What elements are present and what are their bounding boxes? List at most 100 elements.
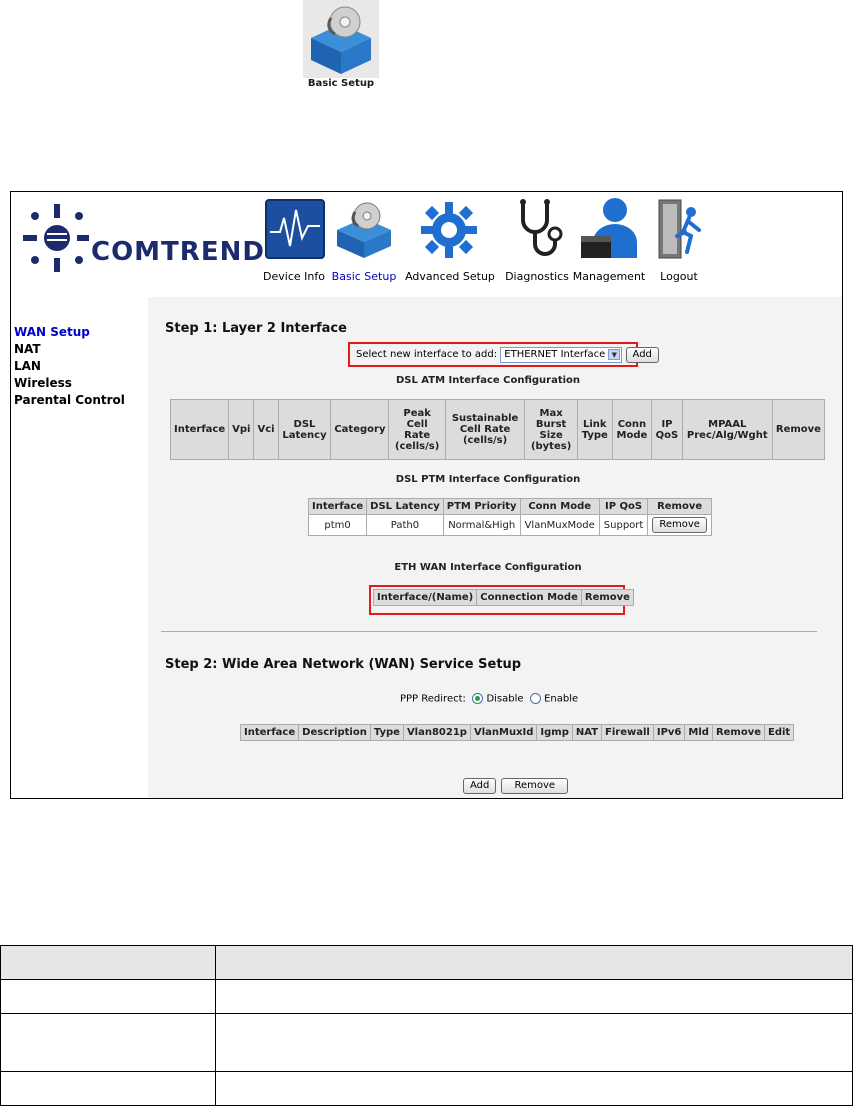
basic-setup-icon: [337, 202, 391, 258]
step1-title: Step 1: Layer 2 Interface: [165, 321, 347, 336]
table-cell: [215, 1071, 853, 1106]
table-cell: [0, 945, 216, 980]
section-divider: [161, 631, 817, 632]
chevron-down-icon[interactable]: ▼: [608, 349, 621, 360]
dsl-ptm-caption: DSL PTM Interface Configuration: [395, 474, 581, 485]
exit-door-icon: [658, 199, 701, 259]
main-content: Step 1: Layer 2 Interface Select new int…: [148, 297, 842, 798]
ppp-enable-radio[interactable]: [529, 693, 541, 704]
ptm-conn-mode-cell: VlanMuxMode: [519, 514, 600, 536]
atm-col-header: Peak Cell Rate (cells/s): [388, 399, 446, 460]
ptm-col-header: DSL Latency: [366, 498, 444, 515]
ptm-col-header: IP QoS: [598, 498, 649, 515]
comtrend-logo-icon: [23, 204, 89, 272]
wan-service-buttons: Add Remove: [463, 773, 569, 794]
dsl-atm-caption: DSL ATM Interface Configuration: [395, 375, 581, 386]
dsl-atm-table: Interface Vpi Vci DSL Latency Category Peak C…: [169, 399, 826, 460]
sidebar-item-wan-setup[interactable]: WAN Setup: [14, 325, 90, 339]
remove-ptm-button[interactable]: Remove: [652, 517, 707, 533]
eth-wan-table: Interface/(Name) Connection Mode Remove: [372, 589, 634, 606]
header-banner: COMTREND Device Info Basic Setup Advance…: [11, 192, 842, 297]
wan-service-table: Interface Description Type Vlan8021p VlanMux…: [239, 724, 795, 741]
description-table: [0, 945, 853, 1106]
doc-icon-label: Basic Setup: [307, 78, 375, 89]
wan-col-header: Description: [298, 724, 371, 741]
wan-col-header: NAT: [571, 724, 603, 741]
logo-text: COMTREND: [91, 237, 265, 267]
wan-col-header: Edit: [764, 724, 795, 741]
sidebar-item-lan[interactable]: LAN: [14, 359, 41, 373]
wan-col-header: Vlan8021p: [402, 724, 471, 741]
ptm-ip-qos-cell: Support: [598, 514, 649, 536]
wan-col-header: Igmp: [536, 724, 573, 741]
nav-label: Advanced Setup: [405, 270, 495, 283]
atm-col-header: Vci: [253, 399, 279, 460]
eth-col-header: Remove: [580, 589, 634, 606]
add-wan-service-button[interactable]: Add: [463, 778, 497, 794]
ppp-disable-radio[interactable]: [472, 693, 484, 704]
device-info-icon: [265, 199, 325, 259]
remove-wan-service-button[interactable]: Remove: [501, 778, 569, 794]
nav-label: Diagnostics: [505, 270, 569, 283]
interface-type-select[interactable]: ETHERNET Interface ▼: [500, 347, 623, 363]
ptm-col-header: Remove: [647, 498, 712, 515]
wan-col-header: IPv6: [652, 724, 686, 741]
eth-col-header: Connection Mode: [476, 589, 582, 606]
wan-col-header: Firewall: [601, 724, 654, 741]
ptm-col-header: Interface: [307, 498, 368, 515]
ppp-disable-label: Disable: [486, 693, 524, 705]
select-label: Select new interface to add:: [356, 349, 498, 360]
nav-basic-setup[interactable]: Basic Setup: [331, 192, 397, 297]
ppp-enable-label: Enable: [544, 693, 579, 705]
atm-col-header: Conn Mode: [611, 399, 653, 460]
select-value: ETHERNET Interface: [504, 349, 606, 360]
sidebar: WAN Setup NAT LAN Wireless Parental Cont…: [11, 297, 148, 798]
table-cell: [215, 945, 853, 980]
wan-col-header: Mld: [684, 724, 713, 741]
nav-label: Basic Setup: [331, 270, 397, 283]
table-row: ptm0 Path0 Normal&High VlanMuxMode Suppo…: [307, 514, 712, 536]
atm-col-header: Vpi: [228, 399, 255, 460]
atm-col-header: Sustainable Cell Rate (cells/s): [444, 399, 526, 460]
nav-label: Device Info: [263, 270, 325, 283]
nav-logout[interactable]: Logout: [651, 192, 707, 297]
table-row: [0, 979, 853, 1014]
atm-col-header: MPAAL Prec/Alg/Wght: [681, 399, 773, 460]
atm-col-header: Interface: [169, 399, 230, 460]
table-row: [0, 1071, 853, 1106]
ppp-redirect-row: PPP Redirect: Disable Enable: [400, 693, 578, 705]
ptm-col-header: Conn Mode: [519, 498, 600, 515]
atm-col-header: Category: [330, 399, 390, 460]
atm-col-header: DSL Latency: [277, 399, 332, 460]
table-cell: [0, 1013, 216, 1072]
ptm-interface-cell: ptm0: [307, 514, 368, 536]
nav-label: Logout: [660, 270, 698, 283]
ptm-col-header: PTM Priority: [442, 498, 521, 515]
ptm-remove-cell: Remove: [647, 514, 712, 536]
eth-wan-caption: ETH WAN Interface Configuration: [394, 562, 582, 573]
nav-management[interactable]: Management: [571, 192, 647, 297]
basic-setup-doc-icon: Basic Setup: [303, 0, 379, 100]
sidebar-item-wireless[interactable]: Wireless: [14, 376, 72, 390]
wan-col-header: Type: [369, 724, 404, 741]
user-icon: [581, 198, 637, 258]
dsl-ptm-table: Interface DSL Latency PTM Priority Conn Mod…: [307, 498, 712, 536]
ptm-priority-cell: Normal&High: [442, 514, 521, 536]
nav-advanced-setup[interactable]: Advanced Setup: [401, 192, 499, 297]
atm-col-header: Link Type: [576, 399, 613, 460]
nav-device-info[interactable]: Device Info: [261, 192, 327, 297]
table-cell: [215, 1013, 853, 1072]
sidebar-item-parental-control[interactable]: Parental Control: [14, 393, 125, 407]
stethoscope-icon: [520, 199, 563, 256]
interface-select-row: Select new interface to add: ETHERNET In…: [356, 347, 659, 363]
add-interface-button[interactable]: Add: [625, 347, 659, 363]
table-cell: [0, 979, 216, 1014]
nav-diagnostics[interactable]: Diagnostics: [499, 192, 575, 297]
basic-setup-icon: [303, 0, 379, 100]
nav-label: Management: [572, 270, 646, 283]
table-row: [0, 945, 853, 980]
router-ui-window: COMTREND Device Info Basic Setup Advance…: [10, 191, 843, 799]
gear-icon: [421, 202, 477, 258]
sidebar-item-nat[interactable]: NAT: [14, 342, 41, 356]
step2-title: Step 2: Wide Area Network (WAN) Service …: [165, 657, 522, 672]
